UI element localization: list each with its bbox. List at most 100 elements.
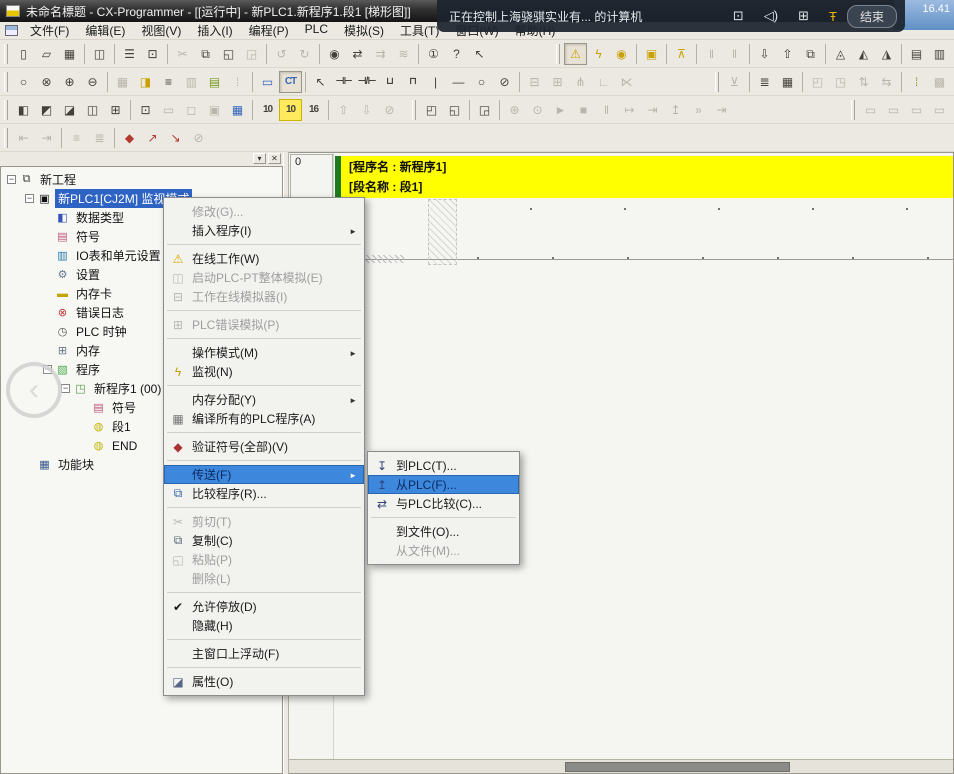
hex-display-button[interactable]: 16 <box>302 99 325 121</box>
panel-close-button[interactable]: ✕ <box>268 153 281 164</box>
context-menu-item-i[interactable]: 插入程序(I)► <box>164 221 364 240</box>
menubar-item-5[interactable]: 编程(P) <box>241 21 297 40</box>
context-menu-item-r[interactable]: ⧉比较程序(R)... <box>164 484 364 503</box>
context-menu-item-v[interactable]: ◆验证符号(全部)(V) <box>164 437 364 456</box>
block-up-button[interactable]: ↗ <box>141 127 164 149</box>
cross-reference-button[interactable]: ⁞ <box>905 71 928 93</box>
find-button[interactable]: ◉ <box>323 43 346 65</box>
cascade-windows-button[interactable]: ◧ <box>12 99 35 121</box>
new-window-button[interactable]: ⊞ <box>104 99 127 121</box>
sim-upload-button[interactable]: ◱ <box>443 99 466 121</box>
tree-item-label[interactable]: 符号 <box>73 227 103 246</box>
remote-tool-icon[interactable]: Ŧ <box>829 9 837 24</box>
vertical-line-button[interactable]: | <box>424 71 447 93</box>
arrange-icons-button[interactable]: ◫ <box>81 99 104 121</box>
block-insert-button[interactable]: ◆ <box>118 127 141 149</box>
scrollbar-thumb[interactable] <box>565 762 790 772</box>
menubar-item-6[interactable]: PLC <box>297 21 336 40</box>
download-to-plc-button[interactable]: ⇩ <box>753 43 776 65</box>
help-button[interactable]: ? <box>445 43 468 65</box>
context-menu-item-y[interactable]: 内存分配(Y)► <box>164 390 364 409</box>
context-menu-item-a[interactable]: ▦编译所有的PLC程序(A) <box>164 409 364 428</box>
open-button[interactable]: ▱ <box>35 43 58 65</box>
horizontal-line-button[interactable]: — <box>447 71 470 93</box>
tree-expander[interactable]: − <box>61 384 70 393</box>
data-trace-button[interactable]: ▦ <box>226 99 249 121</box>
transfer-submenu-item-f[interactable]: ↥从PLC(F)... <box>368 475 519 494</box>
context-menu-item-f[interactable]: 传送(F)► <box>164 465 364 484</box>
watch-window-button[interactable]: ⊡ <box>134 99 157 121</box>
zoom-in-button[interactable]: ⊕ <box>58 71 81 93</box>
transfer-submenu-item-c[interactable]: ⇄与PLC比较(C)... <box>368 494 519 513</box>
menubar-item-2[interactable]: 编辑(E) <box>77 21 133 40</box>
send-changes-button[interactable]: ◭ <box>852 43 875 65</box>
tile-vertical-button[interactable]: ◪ <box>58 99 81 121</box>
tree-expander[interactable]: − <box>25 194 34 203</box>
context-menu-item-n[interactable]: ϟ监视(N) <box>164 362 364 381</box>
online-edit-rungs-button[interactable]: ◬ <box>829 43 852 65</box>
watch-online-button[interactable]: ◉ <box>610 43 633 65</box>
context-menu-item-m[interactable]: 操作模式(M)► <box>164 343 364 362</box>
copy-button[interactable]: ⧉ <box>194 43 217 65</box>
new-contact-button[interactable]: ⊣⊢ <box>332 71 355 93</box>
upload-from-plc-button[interactable]: ⇧ <box>776 43 799 65</box>
tile-horizontal-button[interactable]: ◩ <box>35 99 58 121</box>
work-online-button[interactable]: ⚠ <box>564 43 587 65</box>
transfer-submenu-item-o[interactable]: 到文件(O)... <box>368 522 519 541</box>
tree-item-label[interactable]: IO表和单元设置 <box>73 246 164 265</box>
tree-item-label[interactable]: 功能块 <box>55 455 97 474</box>
save-button[interactable]: ▦ <box>58 43 81 65</box>
transfer-submenu-item-t[interactable]: ↧到PLC(T)... <box>368 456 519 475</box>
compare-with-plc-button[interactable]: ⧉ <box>799 43 822 65</box>
block-down-button[interactable]: ↘ <box>164 127 187 149</box>
menubar-item-1[interactable]: 文件(F) <box>22 21 77 40</box>
tree-item-label[interactable]: 新程序1 (00) <box>91 379 164 398</box>
replace-button[interactable]: ⇄ <box>346 43 369 65</box>
end-session-button[interactable]: 结束 <box>847 5 897 28</box>
address-stack-button[interactable]: ≣ <box>753 71 776 93</box>
tree-item-label[interactable]: 设置 <box>73 265 103 284</box>
context-help-button[interactable]: ↖ <box>468 43 491 65</box>
tree-item-label[interactable]: 程序 <box>73 360 103 379</box>
print-preview-button[interactable]: ⊡ <box>141 43 164 65</box>
horizontal-scrollbar[interactable] <box>289 759 953 773</box>
rung-list-button[interactable]: ≡ <box>157 71 180 93</box>
monitor-button[interactable]: ϟ <box>587 43 610 65</box>
menubar-item-7[interactable]: 模拟(S) <box>336 21 392 40</box>
cancel-changes-button[interactable]: ◮ <box>875 43 898 65</box>
tree-item-label[interactable]: END <box>109 438 140 454</box>
menubar-item-4[interactable]: 插入(I) <box>189 21 240 40</box>
context-menu-item-h[interactable]: 隐藏(H) <box>164 616 364 635</box>
tree-item-label[interactable]: 内存卡 <box>73 284 115 303</box>
sim-settings-button[interactable]: ◲ <box>473 99 496 121</box>
new-coil-button[interactable]: ○ <box>470 71 493 93</box>
decimal-monitor-button[interactable]: 10 <box>279 99 302 121</box>
zoom-tool-button[interactable]: ○ <box>12 71 35 93</box>
new-or-closed-contact-button[interactable]: ⊓ <box>401 71 424 93</box>
tree-item-label[interactable]: PLC 时钟 <box>73 322 130 341</box>
about-button[interactable]: ① <box>422 43 445 65</box>
sim-download-button[interactable]: ◰ <box>420 99 443 121</box>
new-file-button[interactable]: ▯ <box>12 43 35 65</box>
tree-item-label[interactable]: 错误日志 <box>73 303 127 322</box>
new-closed-contact-button[interactable]: ⊣/⊢ <box>355 71 378 93</box>
decimal-display-button[interactable]: 10 <box>256 99 279 121</box>
menubar-item-3[interactable]: 视图(V) <box>133 21 189 40</box>
screen-layout-icon[interactable]: ⊞ <box>798 8 809 24</box>
remote-back-handle[interactable]: ‹ <box>6 362 62 418</box>
context-menu-item-c[interactable]: ⧉复制(C) <box>164 531 364 550</box>
comment-box-button[interactable]: ▭ <box>256 71 279 93</box>
context-menu-item-w[interactable]: ⚠在线工作(W) <box>164 249 364 268</box>
volume-icon[interactable]: ◁) <box>764 8 778 24</box>
child-window-icon[interactable] <box>5 25 18 36</box>
select-tool-button[interactable]: ↖ <box>309 71 332 93</box>
tree-item-label[interactable]: 段1 <box>109 417 134 436</box>
plc-memory-button[interactable]: ▤ <box>905 43 928 65</box>
io-monitor-button[interactable]: ▣ <box>640 43 663 65</box>
paste-button[interactable]: ◱ <box>217 43 240 65</box>
context-menu-item-o[interactable]: ◪属性(O) <box>164 672 364 691</box>
new-closed-coil-button[interactable]: ⊘ <box>493 71 516 93</box>
panel-menu-button[interactable]: ▾ <box>253 153 266 164</box>
online-edit-button[interactable]: ⊼ <box>670 43 693 65</box>
tree-expander[interactable]: − <box>7 175 16 184</box>
